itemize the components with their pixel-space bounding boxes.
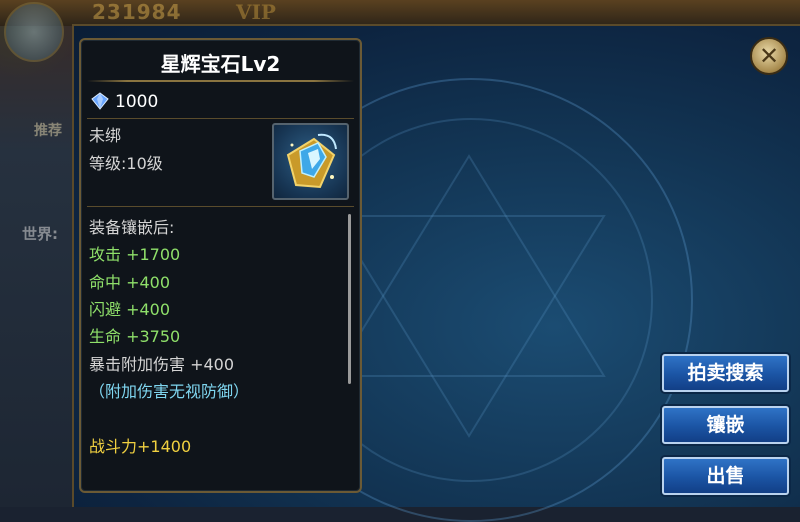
stat-dodge: 闪避 +400 (89, 300, 171, 319)
divider (87, 118, 354, 119)
ignore-defense-note: （附加伤害无视防御） (89, 382, 250, 401)
stat-hp: 生命 +3750 (89, 327, 181, 346)
stat-hit: 命中 +400 (89, 273, 171, 292)
item-level: 等级:10级 (89, 154, 163, 173)
auction-search-button[interactable]: 拍卖搜索 (662, 354, 789, 392)
item-tooltip: 星辉宝石Lv2 1000 未绑 等级:10级 装备镶嵌后: 攻击 +1700 命… (79, 38, 362, 493)
price-value: 1000 (115, 92, 159, 112)
recommend-label: 推荐 (34, 123, 62, 139)
gem-item-slot (272, 123, 349, 200)
title-divider (87, 80, 354, 82)
item-title: 星辉宝石Lv2 (160, 52, 281, 76)
tooltip-scrollbar[interactable] (348, 214, 351, 384)
close-icon: ✕ (758, 42, 780, 70)
gem-icon (91, 92, 109, 110)
combat-power: 战斗力+1400 (89, 437, 192, 456)
player-avatar (4, 2, 64, 62)
vip-badge: VIP (236, 0, 276, 24)
world-chat-label: 世界: (22, 225, 58, 243)
stat-attack: 攻击 +1700 (89, 245, 181, 264)
inlay-stats-header: 装备镶嵌后: (89, 218, 175, 237)
sell-button[interactable]: 出售 (662, 457, 789, 495)
inlay-button[interactable]: 镶嵌 (662, 406, 789, 444)
resource-count: 231984 (92, 0, 182, 24)
bind-status: 未绑 (89, 126, 122, 145)
star-gem-icon (286, 133, 337, 189)
divider (87, 206, 354, 207)
stat-crit-damage: 暴击附加伤害 +400 (89, 355, 235, 374)
close-button[interactable]: ✕ (750, 37, 788, 75)
